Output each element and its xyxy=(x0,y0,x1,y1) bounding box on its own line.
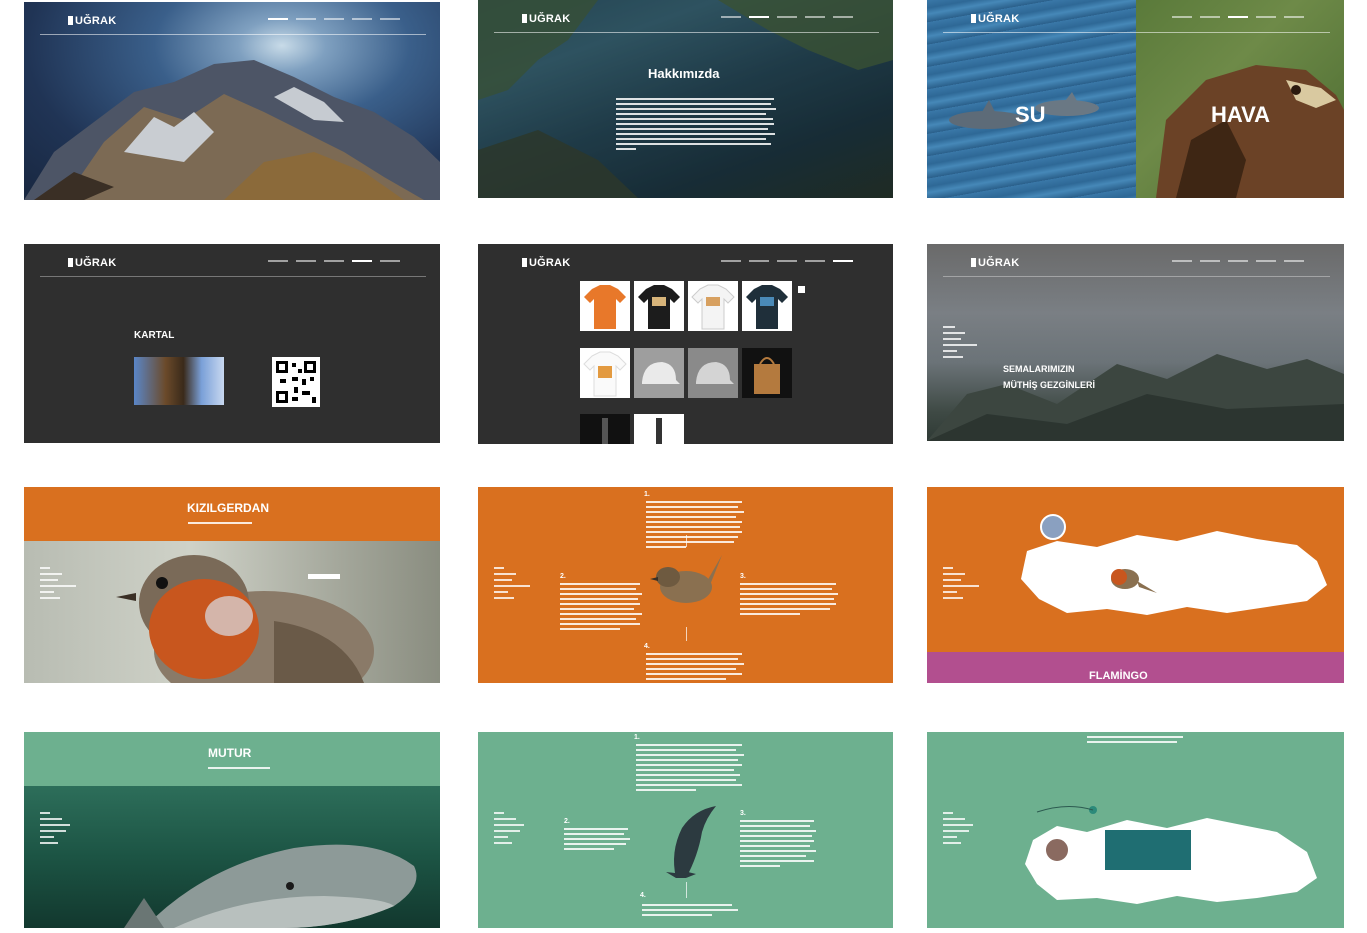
product-tshirt-white[interactable] xyxy=(688,281,738,331)
water-label: SU xyxy=(1015,102,1046,127)
side-menu[interactable] xyxy=(943,812,973,848)
map-caption xyxy=(1087,736,1183,746)
product-bottle-dark[interactable] xyxy=(580,414,630,444)
slide-sky-wanderers[interactable]: UĞRAK SEMALARIMIZIN MÜTHİŞ GEZGİNLERİ xyxy=(927,244,1344,441)
eagle-title: KARTAL xyxy=(134,330,175,341)
nav-menu[interactable] xyxy=(1172,260,1304,262)
porpoise-title: MUTUR xyxy=(208,746,252,760)
logo[interactable]: UĞRAK xyxy=(522,13,570,25)
product-bottle-white[interactable] xyxy=(634,414,684,444)
fact-number-4: 4. xyxy=(640,892,646,899)
fact-number-2: 2. xyxy=(560,573,566,580)
bird-illustration xyxy=(650,555,722,603)
fact-text-3 xyxy=(740,820,816,870)
nav-menu[interactable] xyxy=(1172,16,1304,18)
porpoise-subtitle xyxy=(208,767,270,772)
fact-text-1 xyxy=(646,501,744,551)
fact-text-4 xyxy=(642,904,738,919)
fact-number-2: 2. xyxy=(564,818,570,825)
fact-number-1: 1. xyxy=(634,734,640,741)
turkey-map[interactable] xyxy=(1007,501,1337,641)
robin-title: KIZILGERDAN xyxy=(187,501,269,515)
divider-bottom xyxy=(686,882,687,898)
slide-water-air[interactable]: UĞRAK SU HAVA xyxy=(927,0,1344,198)
about-title: Hakkımızda xyxy=(648,66,720,81)
product-tshirt-orange[interactable] xyxy=(580,281,630,331)
sky-title-line2: MÜTHİŞ GEZGİNLERİ xyxy=(1003,380,1095,390)
divider-top xyxy=(686,535,687,547)
logo[interactable]: UĞRAK xyxy=(522,257,570,269)
porpoise-photo xyxy=(24,786,440,928)
turkey-map[interactable] xyxy=(1017,782,1344,922)
fact-text-4 xyxy=(646,653,744,683)
slide-about[interactable]: UĞRAK Hakkımızda xyxy=(478,0,893,198)
slide-robin-map[interactable]: FLAMİNGO xyxy=(927,487,1344,683)
fact-number-1: 1. xyxy=(644,491,650,498)
logo[interactable]: UĞRAK xyxy=(68,15,116,27)
slide-robin[interactable]: KIZILGERDAN xyxy=(24,487,440,683)
slide-porpoise[interactable]: MUTUR xyxy=(24,732,440,928)
about-paragraph xyxy=(616,98,776,153)
fact-number-3: 3. xyxy=(740,573,746,580)
slide-porpoise-facts[interactable]: 1. 2. 3. 4. xyxy=(478,732,893,928)
fact-number-3: 3. xyxy=(740,810,746,817)
nav-menu[interactable] xyxy=(721,16,853,18)
fact-text-2 xyxy=(560,583,642,633)
side-menu[interactable] xyxy=(40,567,76,603)
side-menu[interactable] xyxy=(40,812,70,848)
logo[interactable]: UĞRAK xyxy=(68,257,116,269)
product-tote-bag[interactable] xyxy=(742,348,792,398)
fact-text-3 xyxy=(740,583,838,618)
slide-porpoise-map[interactable] xyxy=(927,732,1344,928)
next-species-bar[interactable]: FLAMİNGO xyxy=(927,652,1344,683)
logo[interactable]: UĞRAK xyxy=(971,13,1019,25)
robin-photo xyxy=(24,541,440,683)
fact-text-1 xyxy=(636,744,744,794)
product-cap-grey[interactable] xyxy=(688,348,738,398)
qr-code-icon xyxy=(276,361,316,403)
fact-text-2 xyxy=(564,828,630,853)
nav-menu[interactable] xyxy=(268,18,400,20)
slide-mountain-home[interactable]: UĞRAK xyxy=(24,2,440,200)
qr-code[interactable] xyxy=(272,357,320,407)
side-menu[interactable] xyxy=(943,326,977,362)
air-label: HAVA xyxy=(1211,102,1271,127)
product-tshirt-navy[interactable] xyxy=(742,281,792,331)
product-tshirt-black[interactable] xyxy=(634,281,684,331)
product-shirt-print[interactable] xyxy=(580,348,630,398)
slide-robin-facts[interactable]: 1. 2. 3. 4. xyxy=(478,487,893,683)
nav-menu[interactable] xyxy=(721,260,853,262)
photo-tag[interactable] xyxy=(308,574,340,579)
porpoise-illustration xyxy=(666,806,716,878)
robin-subtitle xyxy=(188,522,252,527)
slide-shop[interactable]: UĞRAK xyxy=(478,244,893,444)
flamingo-label: FLAMİNGO xyxy=(1089,670,1148,682)
eagle-photo[interactable] xyxy=(134,357,224,405)
product-cap-white[interactable] xyxy=(634,348,684,398)
side-menu[interactable] xyxy=(494,812,524,848)
divider-bottom xyxy=(686,627,687,641)
side-menu[interactable] xyxy=(943,567,979,603)
slide-eagle-card[interactable]: UĞRAK KARTAL xyxy=(24,244,440,443)
logo[interactable]: UĞRAK xyxy=(971,257,1019,269)
side-menu[interactable] xyxy=(494,567,530,603)
fact-number-4: 4. xyxy=(644,643,650,650)
cart-icon[interactable] xyxy=(798,286,805,293)
nav-menu[interactable] xyxy=(268,260,400,262)
sky-title-line1: SEMALARIMIZIN xyxy=(1003,364,1075,374)
